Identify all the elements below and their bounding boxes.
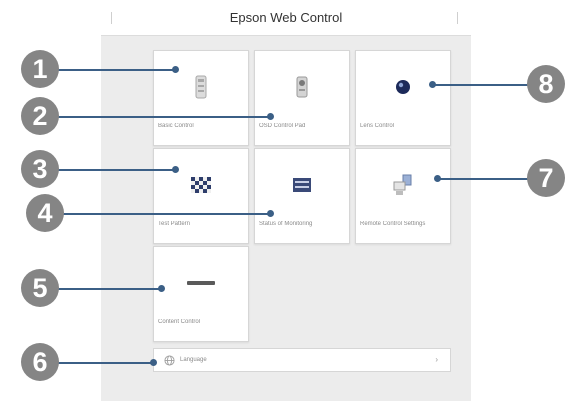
header-divider [457, 12, 458, 24]
callout-dot [158, 285, 165, 292]
callout-dot [172, 166, 179, 173]
callout-line [60, 213, 271, 215]
callout-badge-4: 4 [26, 194, 64, 232]
status-monitor-icon [255, 169, 349, 201]
callout-dot [267, 113, 274, 120]
tile-content-control[interactable]: Content Control [153, 246, 249, 342]
tile-label: Remote Control Settings [360, 221, 426, 227]
test-pattern-icon [154, 169, 248, 201]
projector-remote-icon [154, 71, 248, 103]
callout-badge-8: 8 [527, 65, 565, 103]
callout-badge-5: 5 [21, 269, 59, 307]
globe-icon [164, 355, 175, 366]
callout-badge-3: 3 [21, 150, 59, 188]
callout-badge-1: 1 [21, 50, 59, 88]
window-title: Epson Web Control [229, 10, 343, 25]
callout-dot [434, 175, 441, 182]
content-control-icon [154, 267, 248, 299]
callout-line [50, 288, 162, 290]
callout-dot [150, 359, 157, 366]
callout-badge-7: 7 [527, 159, 565, 197]
tile-label: OSD Control Pad [259, 123, 306, 129]
tile-lens-control[interactable]: Lens Control [355, 50, 451, 146]
tile-label: Content Control [158, 319, 201, 325]
callout-line [50, 169, 176, 171]
web-control-window: Epson Web Control Basic Control OSD Cont… [101, 0, 471, 401]
callout-line [438, 178, 536, 180]
callout-badge-2: 2 [21, 97, 59, 135]
tile-status-of-monitoring[interactable]: Status of Monitoring [254, 148, 350, 244]
tile-osd-control-pad[interactable]: OSD Control Pad [254, 50, 350, 146]
callout-dot [172, 66, 179, 73]
callout-line [433, 84, 537, 86]
language-selector[interactable]: Language › [153, 348, 451, 372]
language-label: Language [180, 357, 207, 363]
callout-line [50, 69, 176, 71]
tile-remote-control-settings[interactable]: Remote Control Settings [355, 148, 451, 244]
callout-dot [429, 81, 436, 88]
tile-label: Basic Control [158, 123, 194, 129]
callout-dot [267, 210, 274, 217]
tile-label: Status of Monitoring [259, 221, 313, 227]
tile-test-pattern[interactable]: Test Pattern [153, 148, 249, 244]
tile-label: Lens Control [360, 123, 395, 129]
remote-control-icon [255, 71, 349, 103]
lens-icon [356, 71, 450, 103]
callout-line [50, 116, 271, 118]
callout-badge-6: 6 [21, 343, 59, 381]
tile-label: Test Pattern [158, 221, 191, 227]
chevron-right-icon: › [435, 355, 438, 364]
tile-basic-control[interactable]: Basic Control [153, 50, 249, 146]
callout-line [50, 362, 154, 364]
network-settings-icon [356, 169, 450, 201]
title-bar: Epson Web Control [101, 0, 471, 36]
